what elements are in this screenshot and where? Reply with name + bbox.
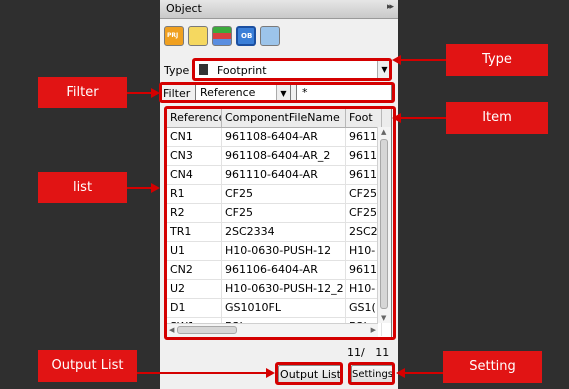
annotation-filter: Filter	[38, 77, 127, 108]
annotation-item: Item	[446, 102, 548, 134]
output-list-highlight	[275, 362, 343, 385]
type-label: Type	[164, 64, 190, 77]
filter-highlight	[159, 82, 395, 103]
arrow-setting	[404, 372, 443, 374]
annotation-list: list	[38, 172, 127, 203]
ob-label: OB	[241, 32, 253, 40]
panel-header: Object ▸▸	[160, 0, 398, 19]
type-highlight	[192, 58, 392, 81]
panel-collapse-icon[interactable]: ▸▸	[387, 2, 394, 12]
arrow-filter-head	[151, 88, 160, 98]
item-count: 11/ 11	[347, 346, 390, 359]
arrow-type	[400, 59, 446, 61]
arrow-output-list	[137, 372, 266, 374]
prj-label: PRJ	[167, 32, 179, 39]
arrow-item	[400, 117, 446, 119]
annotation-output-list: Output List	[38, 350, 137, 382]
list-highlight	[164, 106, 396, 340]
arrow-item-head	[392, 113, 401, 123]
arrow-list-head	[151, 183, 160, 193]
layers-button[interactable]	[212, 26, 232, 46]
prj-button[interactable]: PRJ	[164, 26, 184, 46]
arrow-filter	[127, 92, 151, 94]
settings-highlight	[348, 362, 395, 385]
image-button[interactable]	[260, 26, 280, 46]
annotation-type: Type	[446, 44, 548, 76]
panel-title: Object	[166, 2, 202, 15]
arrow-setting-head	[396, 368, 405, 378]
arrow-type-head	[392, 55, 401, 65]
ob-button[interactable]: OB	[236, 26, 256, 46]
arrow-list	[127, 187, 151, 189]
annotation-setting: Setting	[443, 351, 542, 383]
note-button[interactable]	[188, 26, 208, 46]
arrow-output-list-head	[266, 368, 275, 378]
